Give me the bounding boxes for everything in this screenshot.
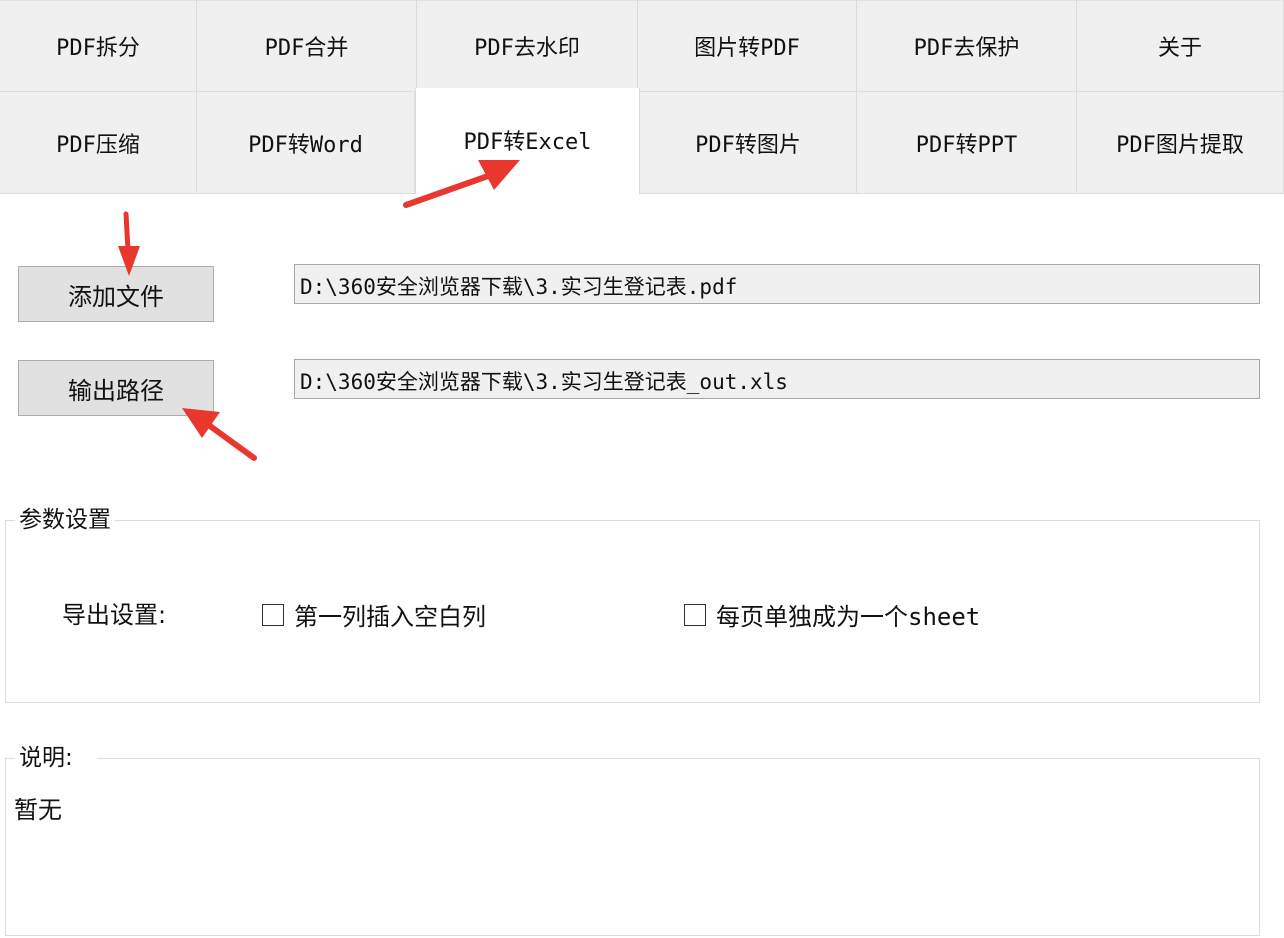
notes-group bbox=[5, 758, 1260, 936]
sheet-per-page-label: 每页单独成为一个sheet bbox=[716, 603, 981, 631]
tab-pdf-compress[interactable]: PDF压缩 bbox=[0, 92, 197, 194]
parameter-settings-group bbox=[5, 520, 1260, 703]
export-settings-label: 导出设置: bbox=[62, 601, 167, 629]
tab-pdf-to-ppt[interactable]: PDF转PPT bbox=[857, 92, 1077, 194]
tab-row-bottom: PDF压缩 PDF转Word PDF转Excel PDF转图片 PDF转PPT … bbox=[0, 88, 1284, 194]
tab-pdf-to-image[interactable]: PDF转图片 bbox=[640, 92, 857, 194]
output-file-path-field[interactable]: D:\360安全浏览器下载\3.实习生登记表_out.xls bbox=[294, 359, 1260, 399]
tab-pdf-merge[interactable]: PDF合并 bbox=[197, 0, 417, 92]
notes-text: 暂无 bbox=[14, 796, 62, 824]
checkbox-box[interactable] bbox=[684, 603, 706, 626]
insert-blank-column-label: 第一列插入空白列 bbox=[294, 603, 486, 631]
tab-pdf-image-extract[interactable]: PDF图片提取 bbox=[1077, 92, 1284, 194]
tab-about[interactable]: 关于 bbox=[1077, 0, 1284, 92]
tab-pdf-unprotect[interactable]: PDF去保护 bbox=[857, 0, 1077, 92]
checkbox-box[interactable] bbox=[262, 603, 284, 626]
tab-pdf-to-word[interactable]: PDF转Word bbox=[197, 92, 415, 194]
insert-blank-column-checkbox[interactable]: 第一列插入空白列 bbox=[262, 597, 486, 632]
tab-pdf-to-excel[interactable]: PDF转Excel bbox=[415, 88, 640, 194]
tab-pdf-split[interactable]: PDF拆分 bbox=[0, 0, 197, 92]
output-path-button[interactable]: 输出路径 bbox=[18, 360, 214, 416]
pdf-converter-window: PDF拆分 PDF合并 PDF去水印 图片转PDF PDF去保护 关于 PDF压… bbox=[0, 0, 1284, 938]
input-file-path-field[interactable]: D:\360安全浏览器下载\3.实习生登记表.pdf bbox=[294, 264, 1260, 304]
tab-image-to-pdf[interactable]: 图片转PDF bbox=[638, 0, 857, 92]
add-file-button[interactable]: 添加文件 bbox=[18, 266, 214, 322]
notes-title: 说明: bbox=[15, 744, 97, 772]
tab-pdf-remove-watermark[interactable]: PDF去水印 bbox=[417, 0, 638, 92]
tab-row-top: PDF拆分 PDF合并 PDF去水印 图片转PDF PDF去保护 关于 bbox=[0, 0, 1284, 92]
sheet-per-page-checkbox[interactable]: 每页单独成为一个sheet bbox=[684, 597, 980, 632]
parameter-settings-title: 参数设置 bbox=[15, 506, 115, 534]
